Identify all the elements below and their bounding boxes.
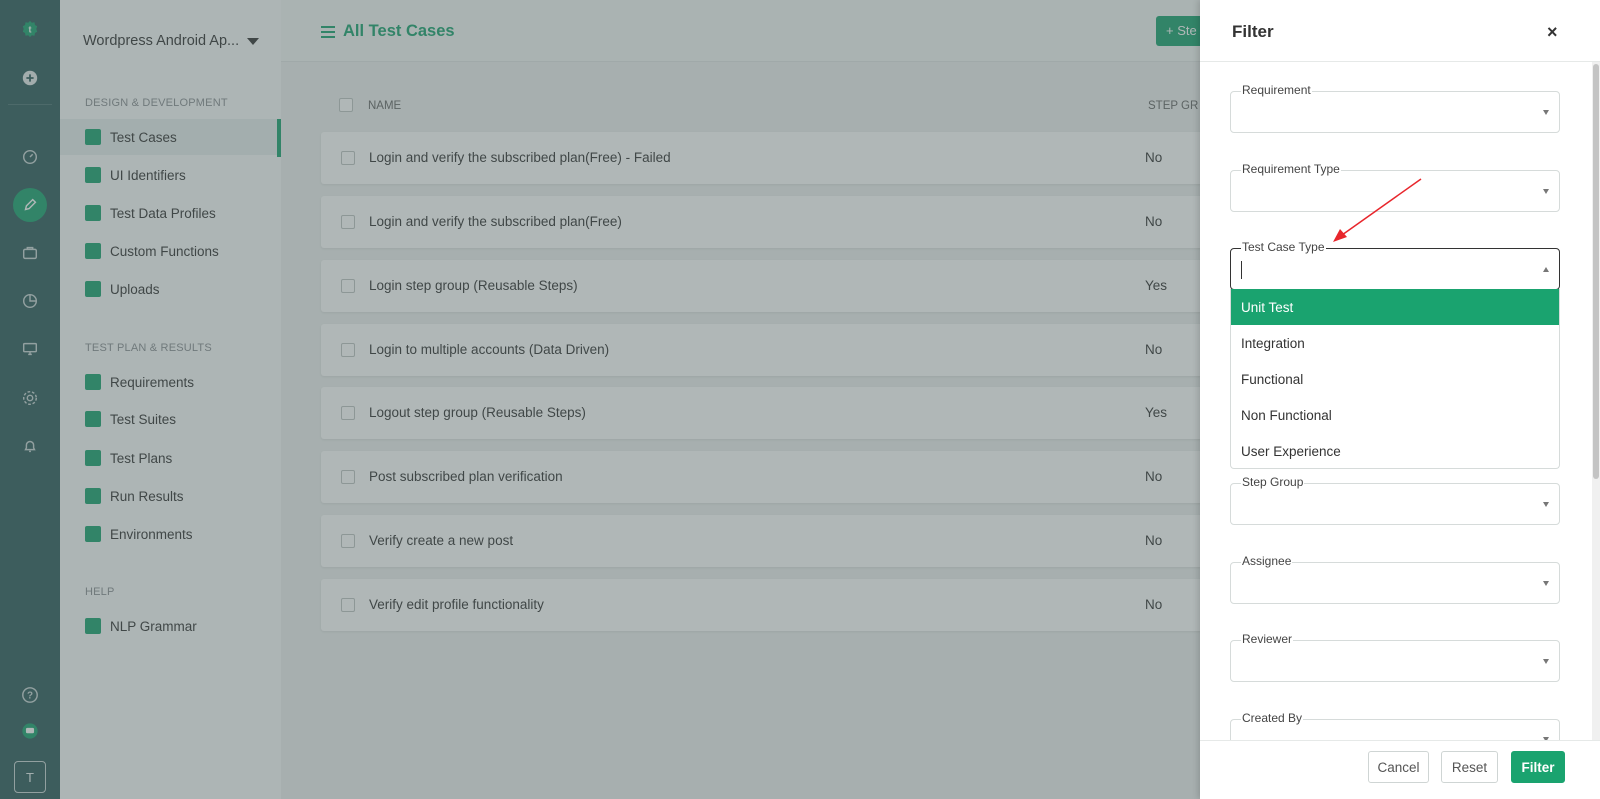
step-group-select[interactable]: Step Group: [1230, 475, 1560, 525]
dropdown-arrow-icon: [1543, 502, 1549, 507]
requirement-select[interactable]: Requirement: [1230, 83, 1560, 133]
assignee-select[interactable]: Assignee: [1230, 554, 1560, 604]
dropdown-arrow-up-icon: [1543, 267, 1549, 272]
text-cursor: [1241, 261, 1242, 279]
field-label: Assignee: [1241, 554, 1293, 568]
close-icon[interactable]: ×: [1547, 22, 1558, 43]
dropdown-arrow-icon: [1543, 110, 1549, 115]
test-case-type-select[interactable]: Test Case Type: [1230, 240, 1560, 290]
field-label: Requirement Type: [1241, 162, 1341, 176]
dropdown-option[interactable]: Functional: [1231, 361, 1559, 397]
scrollbar-thumb[interactable]: [1593, 64, 1599, 479]
requirement-type-select[interactable]: Requirement Type: [1230, 162, 1560, 212]
dropdown-option[interactable]: User Experience: [1231, 433, 1559, 469]
panel-scrollbar[interactable]: [1592, 62, 1600, 740]
field-label: Requirement: [1241, 83, 1312, 97]
modal-backdrop[interactable]: [0, 0, 1200, 799]
filter-title: Filter: [1232, 22, 1274, 41]
dropdown-option[interactable]: Integration: [1231, 325, 1559, 361]
field-label: Reviewer: [1241, 632, 1294, 646]
reviewer-select[interactable]: Reviewer: [1230, 632, 1560, 682]
filter-header: Filter ×: [1200, 0, 1600, 62]
dropdown-arrow-icon: [1543, 659, 1549, 664]
field-label: Step Group: [1241, 475, 1305, 489]
cancel-button[interactable]: Cancel: [1368, 751, 1429, 783]
test-case-type-dropdown: Unit Test Integration Functional Non Fun…: [1230, 289, 1560, 469]
dropdown-arrow-icon: [1543, 189, 1549, 194]
filter-button[interactable]: Filter: [1511, 751, 1565, 783]
dropdown-option[interactable]: Non Functional: [1231, 397, 1559, 433]
dropdown-arrow-icon: [1543, 581, 1549, 586]
reset-button[interactable]: Reset: [1441, 751, 1498, 783]
created-by-select[interactable]: Created By: [1230, 711, 1560, 742]
dropdown-option[interactable]: Unit Test: [1231, 289, 1559, 325]
field-label: Created By: [1241, 711, 1304, 725]
filter-panel: Filter × Requirement Requirement Type Te…: [1200, 0, 1600, 799]
field-label: Test Case Type: [1241, 240, 1326, 254]
filter-footer: Cancel Reset Filter: [1200, 740, 1600, 799]
